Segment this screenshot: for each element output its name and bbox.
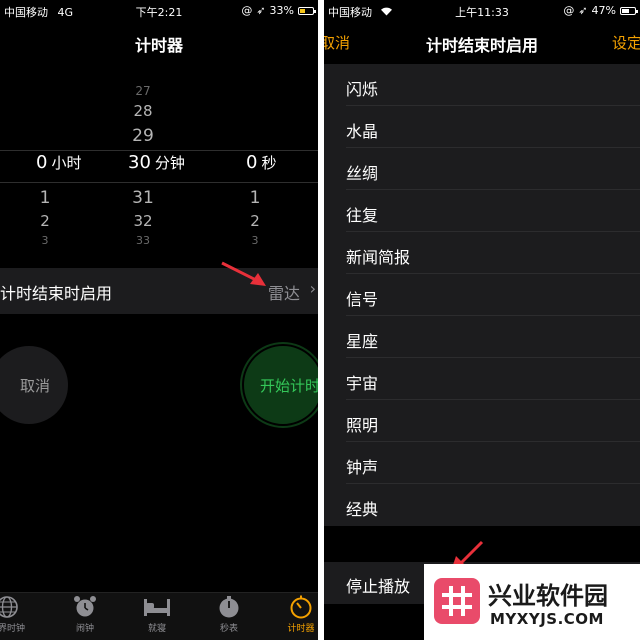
status-right-group: @ ➶ 47% [563, 4, 638, 17]
red-arrow-icon [221, 261, 266, 286]
sound-item[interactable]: 经典 [324, 484, 640, 526]
minutes-value: 30 [128, 152, 151, 173]
watermark-title: 兴业软件园 [488, 582, 608, 610]
tab-label: 世界时钟 [0, 624, 25, 634]
status-bar: 中国移动 上午11:33 @ ➶ 47% [324, 0, 640, 22]
status-bar: 中国移动 4G 下午2:21 @ ➶ 33% [0, 0, 318, 22]
sound-item-label: 宇宙 [346, 374, 379, 393]
minutes-unit: 分钟 [154, 154, 185, 172]
picker-second-below[interactable]: 2 [246, 212, 264, 230]
sound-item-label: 信号 [346, 290, 379, 309]
sound-item-label: 经典 [346, 500, 379, 519]
start-button[interactable]: 开始计时 [244, 346, 318, 424]
bed-icon [144, 599, 170, 616]
picker-hour-below[interactable]: 1 [36, 188, 54, 208]
picker-second-below[interactable]: 1 [246, 188, 264, 208]
sound-item-label: 丝绸 [346, 164, 379, 183]
tab-bar: 世界时钟 闹钟 就寝 [0, 592, 318, 640]
picker-seconds-selected[interactable]: 0秒 [246, 152, 276, 173]
duration-picker[interactable]: 27 28 29 0 小时 30 分钟 0秒 1 2 3 31 32 33 1 2 … [0, 80, 318, 255]
when-timer-ends-label: 计时结束时启用 [0, 284, 113, 303]
battery-percent: 33% [269, 4, 294, 17]
hours-unit: 小时 [51, 154, 82, 172]
battery-icon [298, 6, 316, 15]
seconds-value: 0 [246, 152, 258, 173]
picker-minute-above[interactable]: 28 [128, 102, 158, 120]
sound-item[interactable]: 丝绸 [324, 148, 640, 190]
sound-item[interactable]: 信号 [324, 274, 640, 316]
alarm-icon [74, 596, 96, 617]
picker-second-below[interactable]: 3 [246, 234, 264, 247]
sound-item[interactable]: 星座 [324, 316, 640, 358]
sound-item-label: 水晶 [346, 122, 379, 141]
sound-list: 闪烁 水晶 丝绸 往复 新闻简报 信号 星座 宇宙 照明 钟声 经典 [324, 64, 640, 526]
tab-alarm[interactable]: 闹钟 [60, 595, 110, 634]
battery-icon [620, 6, 638, 15]
lock-rotation-icon: @ [241, 4, 253, 17]
sound-item[interactable]: 往复 [324, 190, 640, 232]
sound-item-label: 照明 [346, 416, 379, 435]
tab-world-clock[interactable]: 世界时钟 [0, 595, 32, 634]
set-nav-button[interactable]: 设定 [612, 32, 640, 53]
sound-item-label: 钟声 [346, 458, 379, 477]
picker-minute-below[interactable]: 33 [128, 234, 158, 247]
when-timer-ends-row[interactable]: 计时结束时启用 雷达 › [0, 268, 318, 314]
seconds-unit: 秒 [261, 154, 277, 172]
sound-item[interactable]: 新闻简报 [324, 232, 640, 274]
battery-percent: 47% [591, 4, 616, 17]
stopwatch-icon [219, 596, 239, 618]
start-button-label: 开始计时 [260, 376, 318, 395]
selected-sound-value: 雷达 [267, 284, 300, 303]
nav-bar: 计时器 [0, 22, 318, 64]
timer-screen: 中国移动 4G 下午2:21 @ ➶ 33% 计时器 27 28 29 0 小时 … [0, 0, 318, 640]
watermark-logo-icon [434, 578, 480, 624]
nav-bar: 取消 计时结束时启用 设定 [324, 22, 640, 64]
hours-value: 0 [36, 152, 48, 173]
tab-label: 闹钟 [75, 624, 94, 634]
picker-hour-below[interactable]: 2 [36, 212, 54, 230]
picker-minutes-selected[interactable]: 30 分钟 [128, 152, 185, 173]
picker-minute-above[interactable]: 29 [128, 126, 158, 146]
watermark: 兴业软件园 MYXYJS.COM [424, 564, 640, 640]
status-right-group: @ ➶ 33% [241, 4, 316, 17]
picker-hours-selected[interactable]: 0 小时 [36, 152, 81, 173]
sound-item[interactable]: 宇宙 [324, 358, 640, 400]
cancel-button-label: 取消 [19, 376, 50, 395]
location-icon: ➶ [256, 4, 266, 17]
sound-item-label: 新闻简报 [346, 248, 411, 267]
watermark-subtitle: MYXYJS.COM [490, 610, 604, 628]
globe-icon [0, 596, 18, 618]
picker-minute-below[interactable]: 31 [128, 188, 158, 208]
picker-minute-below[interactable]: 32 [128, 212, 158, 230]
page-title: 计时器 [134, 36, 183, 55]
picker-selection-bottom-line [0, 182, 318, 183]
tab-stopwatch[interactable]: 秒表 [204, 595, 254, 634]
sound-item[interactable]: 钟声 [324, 442, 640, 484]
tab-timer[interactable]: 计时器 [276, 595, 318, 634]
sound-item[interactable]: 闪烁 [324, 64, 640, 106]
picker-hour-below[interactable]: 3 [36, 234, 54, 247]
lock-rotation-icon: @ [563, 4, 575, 17]
stop-playing-label: 停止播放 [346, 577, 411, 596]
timer-icon [290, 595, 312, 619]
sound-item[interactable]: 照明 [324, 400, 640, 442]
tab-label: 就寝 [147, 624, 166, 634]
page-title: 计时结束时启用 [425, 36, 538, 55]
sound-item-label: 星座 [346, 332, 379, 351]
picker-minute-above[interactable]: 27 [128, 84, 158, 98]
sound-item-label: 往复 [346, 206, 379, 225]
location-icon: ➶ [578, 4, 588, 17]
sound-item[interactable]: 水晶 [324, 106, 640, 148]
chevron-right-icon: › [309, 279, 316, 298]
picker-selection-top-line [0, 150, 318, 151]
when-timer-ends-screen: 中国移动 上午11:33 @ ➶ 47% 取消 计时结束时启用 设定 闪烁 水晶… [324, 0, 640, 640]
tab-label: 秒表 [219, 624, 238, 634]
tab-bedtime[interactable]: 就寝 [132, 595, 182, 634]
sound-item-label: 闪烁 [346, 80, 379, 99]
tab-label: 计时器 [287, 624, 315, 634]
cancel-button[interactable]: 取消 [0, 346, 68, 424]
